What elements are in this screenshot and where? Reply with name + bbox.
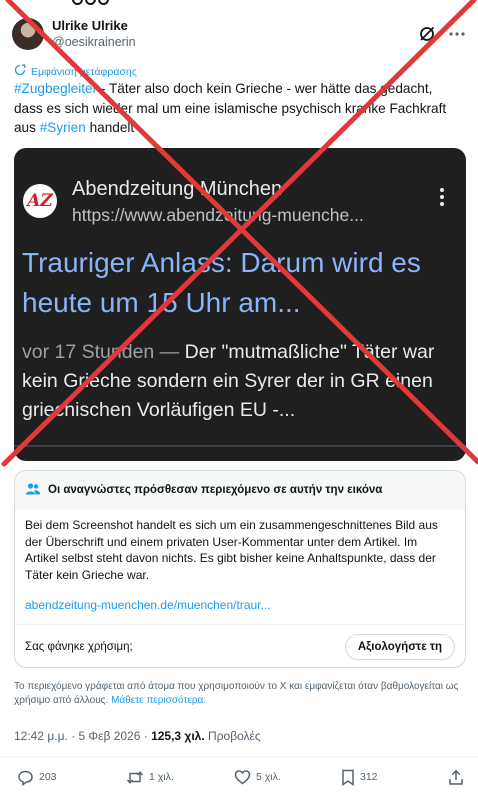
search-result-snippet: vor 17 Stunden — Der "mutmaßliche" Täter… bbox=[22, 338, 452, 425]
abendzeitung-logo: AZ bbox=[23, 184, 57, 218]
show-translation-link[interactable]: Εμφάνιση μετάφρασης bbox=[14, 64, 137, 79]
reply-icon bbox=[17, 769, 34, 786]
avatar[interactable] bbox=[12, 18, 44, 50]
community-note-body: Bei dem Screenshot handelt es sich um ei… bbox=[25, 518, 438, 582]
community-note-footer: Σας φάνηκε χρήσιμη; Αξιολογήστε τη bbox=[15, 624, 465, 667]
translate-icon bbox=[14, 64, 26, 79]
search-result-age: vor 17 Stunden — bbox=[22, 341, 185, 363]
tweet-text-part-2: handelt bbox=[85, 120, 135, 135]
search-result-headline: Trauriger Anlass: Darum wird es heute um… bbox=[22, 247, 421, 318]
bookmark-button[interactable]: 312 bbox=[341, 769, 442, 786]
community-note: Οι αναγνώστες πρόσθεσαν περιεχόμενο σε α… bbox=[14, 470, 466, 668]
reply-count: 203 bbox=[39, 771, 57, 783]
author-display-name[interactable]: Ulrike Ulrike bbox=[52, 17, 136, 34]
community-notes-disclaimer: Το περιεχόμενο γράφεται από άτομα που χρ… bbox=[14, 680, 464, 707]
heart-icon bbox=[234, 769, 251, 785]
disclaimer-text: Το περιεχόμενο γράφεται από άτομα που χρ… bbox=[14, 681, 459, 706]
learn-more-link[interactable]: Μάθετε περισσότερα. bbox=[111, 695, 206, 706]
author-handle[interactable]: @oesikrainerin bbox=[52, 34, 136, 51]
views-count: 125,3 χιλ. bbox=[151, 729, 205, 743]
readers-icon bbox=[25, 482, 41, 499]
tweet-header: Ulrike Ulrike @oesikrainerin bbox=[12, 14, 466, 54]
more-options-icon[interactable] bbox=[448, 25, 466, 43]
kebab-menu-icon bbox=[440, 188, 444, 209]
like-button[interactable]: 5 χιλ. bbox=[234, 769, 341, 785]
tweet-actions: 203 1 χιλ. 5 χιλ. 312 bbox=[17, 766, 464, 788]
repost-count: 1 χιλ. bbox=[149, 771, 174, 783]
search-result-url: https://www.abendzeitung-muenche... bbox=[72, 205, 364, 225]
reply-button[interactable]: 203 bbox=[17, 769, 126, 786]
tweet-image[interactable]: AZ Abendzeitung München https://www.aben… bbox=[14, 148, 466, 461]
community-note-header: Οι αναγνώστες πρόσθεσαν περιεχόμενο σε α… bbox=[15, 471, 465, 509]
bookmark-count: 312 bbox=[360, 771, 378, 783]
scrolled-header-fragment bbox=[72, 0, 192, 6]
rate-note-button[interactable]: Αξιολογήστε τη bbox=[344, 634, 455, 660]
repost-button[interactable]: 1 χιλ. bbox=[126, 769, 234, 786]
translate-label: Εμφάνιση μετάφρασης bbox=[31, 65, 137, 78]
community-note-title: Οι αναγνώστες πρόσθεσαν περιεχόμενο σε α… bbox=[48, 484, 383, 496]
hashtag-zugbegleiter[interactable]: #Zugbegleiter bbox=[14, 81, 97, 96]
repost-icon bbox=[126, 769, 144, 786]
image-divider bbox=[14, 445, 466, 447]
search-result-site-name: Abendzeitung München bbox=[72, 178, 283, 200]
tweet-text: #Zugbegleiter - Täter also doch kein Gri… bbox=[14, 79, 464, 138]
tweet-meta: 12:42 μ.μ. · 5 Φεβ 2026 · 125,3 χιλ. Προ… bbox=[14, 729, 261, 743]
header-actions bbox=[418, 25, 466, 43]
hashtag-syrien[interactable]: #Syrien bbox=[40, 120, 86, 135]
tweet-timestamp[interactable]: 12:42 μ.μ. · 5 Φεβ 2026 · bbox=[14, 729, 151, 743]
community-note-source-link[interactable]: abendzeitung-muenchen.de/muenchen/traur.… bbox=[25, 598, 271, 612]
share-icon bbox=[448, 769, 464, 786]
actions-divider bbox=[0, 756, 478, 757]
grok-icon[interactable] bbox=[418, 25, 436, 43]
like-count: 5 χιλ. bbox=[256, 771, 281, 783]
share-button[interactable] bbox=[448, 769, 464, 786]
bookmark-icon bbox=[341, 769, 355, 786]
author-names: Ulrike Ulrike @oesikrainerin bbox=[52, 17, 136, 51]
helpful-question: Σας φάνηκε χρήσιμη; bbox=[25, 641, 133, 653]
views-label: Προβολές bbox=[204, 729, 261, 743]
